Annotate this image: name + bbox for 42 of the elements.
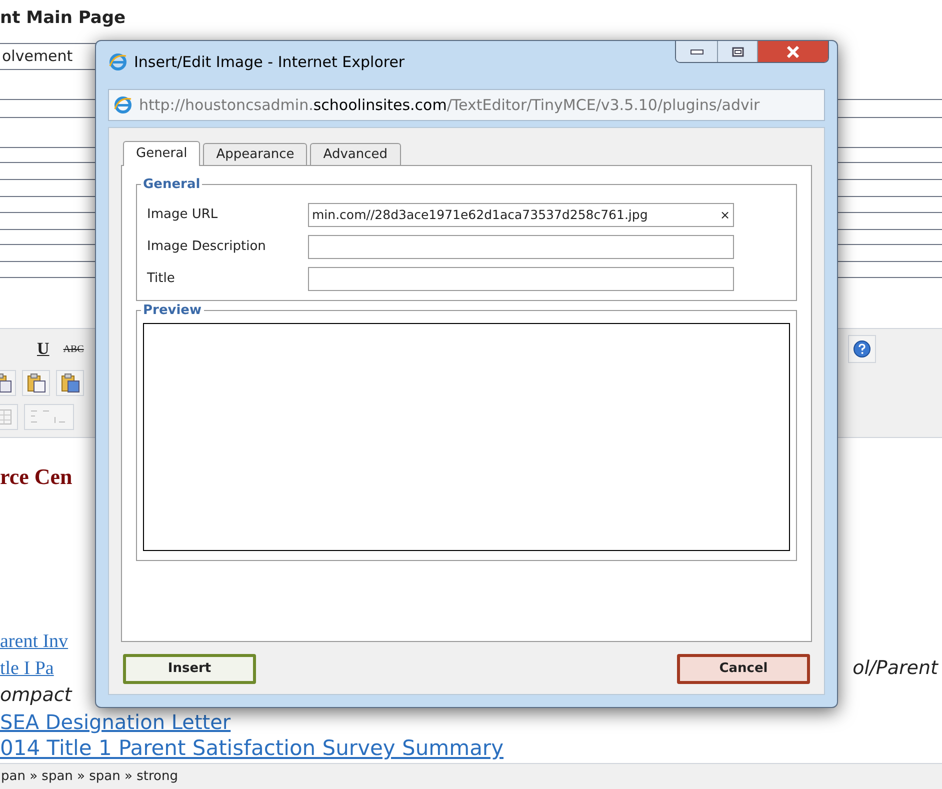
field-label: Image Description [147,238,267,256]
link[interactable]: arent Inv [0,632,68,651]
close-button[interactable] [758,41,828,62]
field-value: min.com//28d3ace1971e62d1aca73537d258c761.jpg [312,206,648,224]
tab[interactable]: Advanced [310,143,401,165]
link[interactable]: 014 Title 1 Parent Satisfaction Survey Summary [0,738,504,759]
address-bar[interactable]: http://houstoncsadmin.schoolinsites.com/TextEditor/TinyMCE/v3.5.10/plugins/advir [108,89,825,121]
minimize-icon [690,48,704,54]
tab[interactable]: Appearance [203,143,308,165]
clipboard-icon [60,373,80,393]
input-field[interactable]: min.com//28d3ace1971e62d1aca73537d258c761.jpg × [308,203,734,227]
link[interactable]: SEA Designation Letter [0,712,231,732]
tab[interactable]: General [123,141,200,166]
section-heading: rce Cen [0,463,74,490]
paste-text-button[interactable] [22,370,50,396]
italic-text: ompact [0,686,72,705]
field-label: Title [147,270,176,288]
underline-button[interactable]: U [34,336,52,362]
minimize-button[interactable] [676,41,718,62]
clear-button[interactable]: × [720,209,730,221]
browser-icon [108,52,128,72]
browser-icon [113,95,133,115]
insert-button[interactable]: Insert [123,654,256,684]
page-heading: nt Main Page [0,7,127,30]
paste-word-button[interactable] [56,370,84,396]
question-icon [853,340,871,358]
help-button[interactable] [848,335,876,363]
grid-icon [0,409,12,425]
cancel-button[interactable]: Cancel [677,654,810,684]
field-label: Image URL [147,206,219,224]
input-field[interactable] [308,235,734,259]
clipboard-icon [26,373,46,393]
maximize-button[interactable] [718,41,758,62]
close-icon [786,46,800,58]
link[interactable]: tle I Pa [0,659,54,678]
window-title: Insert/Edit Image - Internet Explorer [134,52,405,73]
input-field[interactable] [308,267,734,291]
strikethrough-button[interactable]: ABC [60,342,87,356]
address-text: http://houstoncsadmin.schoolinsites.com/TextEditor/TinyMCE/v3.5.10/plugins/advir [139,94,760,116]
italic-text: ol/Parent [852,659,940,678]
status-bar: pan » span » span » strong [0,763,942,789]
maximize-icon [732,46,744,56]
